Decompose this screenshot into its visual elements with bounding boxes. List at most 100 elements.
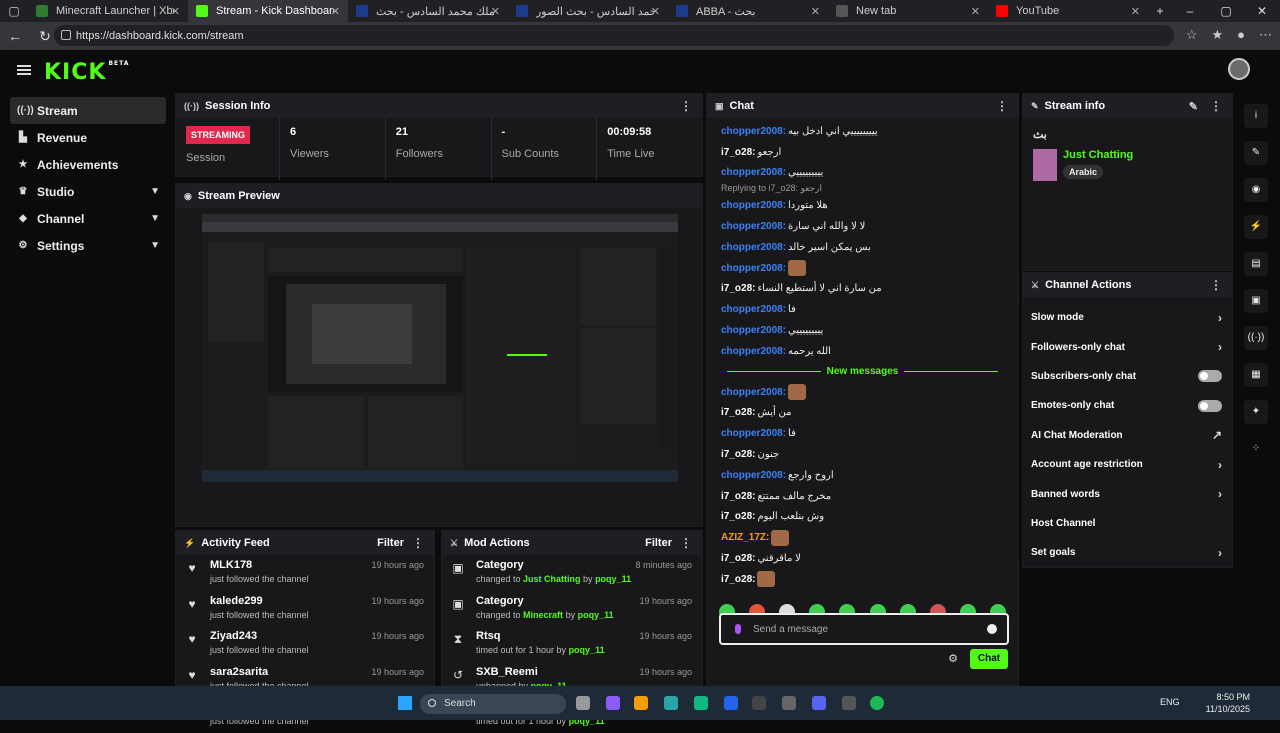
new-tab-icon[interactable]: + (1148, 4, 1172, 18)
chat-send-button[interactable]: Chat (970, 649, 1008, 669)
rail-session[interactable]: ▦ (1240, 356, 1272, 393)
channel-action-set-goals[interactable]: Set goals › (1023, 538, 1232, 567)
feed-username[interactable]: kalede299 (210, 595, 309, 607)
mod-highlight[interactable]: Minecraft (523, 610, 563, 620)
chat-message[interactable]: chopper2008: يييييييييي اني ادخل بيه (721, 121, 1004, 142)
profile-icon[interactable]: ● (1237, 27, 1245, 43)
close-tab-icon[interactable]: ✕ (971, 5, 980, 18)
mod-target[interactable]: Category (476, 559, 631, 571)
rail-edit[interactable]: ✎ (1240, 134, 1272, 171)
mod-target[interactable]: SXB_Reemi (476, 666, 567, 678)
ctrl-app-icon[interactable] (752, 696, 766, 710)
browser-tab[interactable]: New tab ✕ (828, 0, 988, 22)
channel-action-host-channel[interactable]: Host Channel (1023, 509, 1232, 538)
chat-message[interactable]: chopper2008: (721, 258, 1004, 279)
copilot-icon[interactable] (606, 696, 620, 710)
more-icon[interactable]: ⋮ (680, 536, 692, 550)
minimize-icon[interactable]: – (1172, 0, 1208, 22)
chat-message[interactable]: i7_o28: جنون (721, 444, 1004, 465)
chat-username[interactable]: chopper2008: (721, 346, 786, 357)
toggle-switch[interactable] (1198, 399, 1222, 412)
mic-icon[interactable] (735, 624, 741, 634)
channel-action-account-age-restriction[interactable]: Account age restriction › (1023, 450, 1232, 479)
browser-tab[interactable]: الملك محمد السادس - بحث الصور✕ (508, 0, 668, 22)
more-icon[interactable]: ⋮ (412, 536, 424, 550)
mod-highlight[interactable]: Just Chatting (523, 574, 581, 584)
back-icon[interactable]: ← (0, 28, 30, 44)
chat-username[interactable]: chopper2008: (721, 126, 786, 137)
store-icon[interactable] (694, 696, 708, 710)
mod-author[interactable]: poqy_11 (578, 610, 614, 620)
browser-tab[interactable]: ABBA - بحث ✕ (668, 0, 828, 22)
chat-username[interactable]: i7_o28: (721, 449, 755, 460)
obs-icon[interactable] (842, 696, 856, 710)
close-tab-icon[interactable]: ✕ (491, 5, 500, 18)
channel-action-emotes-only-chat[interactable]: Emotes-only chat (1023, 391, 1232, 420)
feed-username[interactable]: MLK178 (210, 559, 309, 571)
more-icon[interactable]: ⋮ (996, 99, 1008, 113)
sidebar-item-achievements[interactable]: ★ Achievements (10, 151, 166, 178)
chat-username[interactable]: chopper2008: (721, 470, 786, 481)
sidebar-item-stream[interactable]: ((·)) Stream (10, 97, 166, 124)
chat-message[interactable]: chopper2008: هلا متوردا (721, 195, 1004, 216)
channel-action-slow-mode[interactable]: Slow mode › (1023, 303, 1232, 332)
list-item[interactable]: ▣ Category changed to Just Chatting by poq… (442, 555, 702, 591)
windows-start-icon[interactable] (398, 696, 412, 710)
discord-icon[interactable] (812, 696, 826, 710)
mod-author[interactable]: poqy_11 (569, 645, 605, 655)
file-explorer-icon[interactable] (634, 696, 648, 710)
rail-broadcast[interactable]: ((·)) (1240, 319, 1272, 356)
sidebar-item-studio[interactable]: ♛ Studio ▼ (10, 178, 166, 205)
chat-username[interactable]: chopper2008: (721, 242, 786, 253)
chat-message[interactable]: i7_o28: من أيش (721, 403, 1004, 424)
chat-input[interactable]: Send a message (719, 613, 1009, 645)
chat-username[interactable]: chopper2008: (721, 304, 786, 315)
app-icon[interactable] (782, 696, 796, 710)
chat-username[interactable]: chopper2008: (721, 325, 786, 336)
chat-message[interactable]: chopper2008: اروح وارجع (721, 465, 1004, 486)
list-item[interactable]: ⧗ Rtsq timed out for 1 hour by poqy_11 19 h… (442, 626, 702, 662)
stream-preview-video[interactable] (202, 214, 678, 482)
emoji-icon[interactable] (987, 624, 997, 634)
chat-username[interactable]: chopper2008: (721, 221, 786, 232)
close-tab-icon[interactable]: ✕ (1131, 5, 1140, 18)
hamburger-icon[interactable] (17, 65, 31, 75)
rail-chat[interactable]: ▣ (1240, 282, 1272, 319)
menu-icon[interactable]: ⋯ (1259, 27, 1272, 43)
rail-notes[interactable]: ▤ (1240, 245, 1272, 282)
chat-username[interactable]: i7_o28: (721, 511, 755, 522)
chat-username[interactable]: chopper2008: (721, 263, 786, 274)
browser-tab[interactable]: YouTube ✕ (988, 0, 1148, 22)
channel-action-subscribers-only-chat[interactable]: Subscribers-only chat (1023, 362, 1232, 391)
chat-message[interactable]: i7_o28: (721, 569, 1004, 590)
browser-tab[interactable]: Minecraft Launcher | Xbox ✕ (28, 0, 188, 22)
chat-username[interactable]: i7_o28: (721, 553, 755, 564)
chat-username[interactable]: i7_o28: (721, 574, 755, 585)
chat-message[interactable]: chopper2008: يييييييييي (721, 163, 1004, 184)
edit-icon[interactable]: ✎ (1189, 100, 1198, 113)
sidebar-item-revenue[interactable]: ▙ Revenue (10, 124, 166, 151)
activity-filter-button[interactable]: Filter (377, 537, 404, 549)
close-tab-icon[interactable]: ✕ (651, 5, 660, 18)
rail-activity[interactable]: ⚡ (1240, 208, 1272, 245)
outlook-icon[interactable] (724, 696, 738, 710)
clock[interactable]: 8:50 PM 11/10/2025 (1206, 691, 1250, 715)
chat-username[interactable]: AZIZ_17Z: (721, 532, 769, 543)
mod-author[interactable]: poqy_11 (595, 574, 631, 584)
star-icon[interactable]: ☆ (1186, 27, 1198, 43)
chat-message[interactable]: AZIZ_17Z: (721, 527, 1004, 548)
chat-message[interactable]: chopper2008: فا (721, 423, 1004, 444)
chat-username[interactable]: i7_o28: (721, 283, 755, 294)
mod-target[interactable]: Rtsq (476, 630, 605, 642)
kick-logo[interactable]: KICK BETA (44, 60, 129, 85)
chat-message[interactable]: chopper2008: بس يمكن اسير خالد (721, 237, 1004, 258)
close-window-icon[interactable]: ✕ (1244, 0, 1280, 22)
url-field[interactable]: https://dashboard.kick.com/stream (54, 25, 1174, 46)
chat-username[interactable]: i7_o28: (721, 407, 755, 418)
chat-message[interactable]: i7_o28: لا ماقرقني (721, 548, 1004, 569)
list-item[interactable]: ♥ Ziyad243 just followed the channel 19 hou… (176, 626, 434, 662)
channel-action-banned-words[interactable]: Banned words › (1023, 479, 1232, 508)
sidebar-item-channel[interactable]: ◆ Channel ▼ (10, 205, 166, 232)
chat-username[interactable]: chopper2008: (721, 200, 786, 211)
chat-username[interactable]: chopper2008: (721, 387, 786, 398)
